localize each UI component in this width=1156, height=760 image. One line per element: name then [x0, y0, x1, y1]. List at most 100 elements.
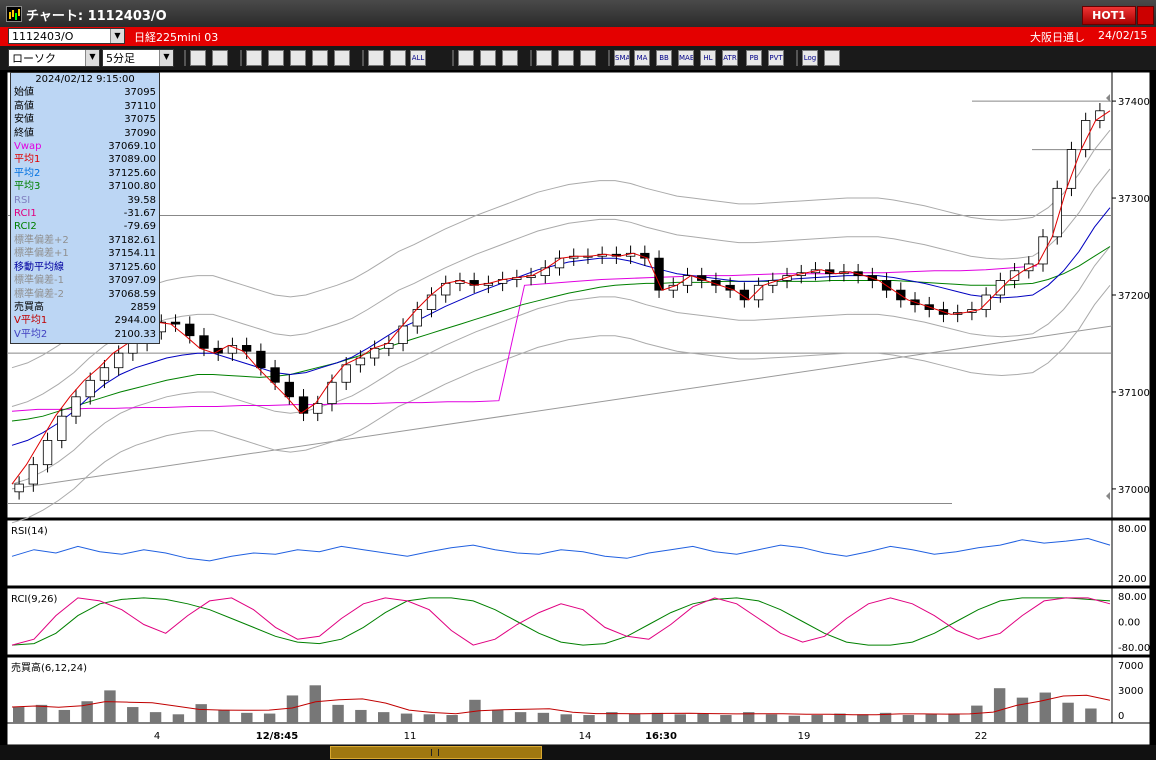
window-title: チャート: 1112403/O [26, 9, 167, 24]
hot-button[interactable]: HOT1 [1082, 6, 1136, 25]
ohlc-label: 移動平均線 [14, 261, 64, 273]
ind-pb-button[interactable]: PB [746, 50, 762, 66]
candle-body [270, 367, 280, 383]
ohlc-value: 37068.59 [108, 288, 156, 300]
ohlc-label: RCI2 [14, 221, 37, 233]
chart-area[interactable]: 37400 37300 37200 37100 37000 RSI(14) 80.00 20.… [7, 72, 1150, 745]
volume-bar [902, 715, 915, 723]
candle-body [113, 352, 124, 369]
panel-label: 売買高(6,12,24) [11, 661, 87, 674]
candle-body [341, 364, 351, 383]
candle-body [241, 345, 252, 352]
ohlc-info-panel: 2024/02/12 9:15:00 始値 37095 高値 37110 安値 37075 終… [10, 72, 160, 344]
symbol-select[interactable]: 1112403/O ▼ [8, 28, 125, 44]
candle-body [981, 294, 991, 310]
panel-axis-label: 7000 [1118, 661, 1143, 672]
price-axis-label: 37100 [1118, 388, 1150, 399]
volume-bar [857, 714, 869, 723]
volume-bar [993, 688, 1006, 723]
x-axis-label: 12/8:45 [256, 731, 298, 742]
volume-bar [149, 712, 162, 723]
panel-axis-label: 3000 [1118, 686, 1143, 697]
volume-bar [309, 685, 321, 723]
chevron-down-icon[interactable]: ▼ [110, 29, 124, 43]
candle-body [14, 483, 24, 493]
ind-atr-button[interactable]: ATR [722, 50, 738, 66]
chart-type-select[interactable]: ローソク ▼ [8, 49, 100, 67]
chevron-down-icon[interactable]: ▼ [85, 50, 99, 66]
volume-bar [788, 715, 801, 723]
horizontal-scrollbar[interactable] [0, 745, 1156, 760]
ohlc-row: 始値 37095 [11, 86, 159, 99]
ind-pvt-button[interactable]: PVT [768, 50, 784, 66]
volume-bar [537, 712, 550, 723]
ind-hl-button[interactable]: HL [700, 50, 716, 66]
all-button[interactable]: ALL [410, 50, 426, 66]
instrument-name: 日経225mini 03 [134, 31, 219, 44]
candle-body [327, 381, 337, 404]
bars-button[interactable] [212, 50, 228, 66]
chevron-down-icon[interactable]: ▼ [159, 50, 173, 66]
price-chart[interactable]: 37400 37300 37200 37100 37000 RSI(14) 80.00 20.… [7, 72, 1150, 745]
zoom-button[interactable] [190, 50, 206, 66]
volume-bar [1016, 697, 1029, 723]
disabled-button[interactable] [334, 50, 350, 66]
ind-bb-button[interactable]: BB [656, 50, 672, 66]
ohlc-value: 37110 [124, 100, 156, 112]
ohlc-row: V平均2 2100.33 [11, 328, 159, 341]
undo-button[interactable] [502, 50, 518, 66]
ohlc-label: RCI1 [14, 208, 37, 220]
volume-bar [971, 705, 983, 723]
ohlc-row: Vwap 37069.10 [11, 140, 159, 153]
compare-button[interactable] [312, 50, 328, 66]
x-axis-label: 22 [975, 731, 988, 742]
volume-bar [378, 712, 390, 723]
ohlc-value: 37125.60 [108, 261, 156, 273]
ohlc-row: 標準偏差+2 37182.61 [11, 234, 159, 247]
volume-bar [492, 709, 504, 723]
cursor-button[interactable] [480, 50, 496, 66]
x-axis-label: 14 [579, 731, 592, 742]
search-button[interactable] [268, 50, 284, 66]
volume-bar [1062, 702, 1074, 723]
ind-sma-button[interactable]: SMA [614, 50, 630, 66]
interval-select[interactable]: 5分足 ▼ [102, 49, 174, 67]
ohlc-row: 安値 37075 [11, 113, 159, 126]
ohlc-row: 平均1 37089.00 [11, 153, 159, 166]
chart-type-value: ローソク [12, 52, 56, 65]
export-button[interactable] [824, 50, 840, 66]
ohlc-row: 標準偏差+1 37154.11 [11, 247, 159, 260]
chart-image-button[interactable] [290, 50, 306, 66]
toolbar-separator [362, 50, 364, 66]
panel-axis-label: 0.00 [1118, 618, 1140, 629]
candle-body [284, 381, 294, 398]
color-button[interactable] [580, 50, 596, 66]
candle-b-button[interactable] [390, 50, 406, 66]
ohlc-label: 平均1 [14, 154, 41, 166]
ohlc-label: 平均3 [14, 181, 41, 193]
panel-axis-label: 0 [1118, 711, 1124, 722]
settings-button[interactable] [536, 50, 552, 66]
ohlc-label: 高値 [14, 100, 34, 112]
date-label: 24/02/15 [1098, 29, 1148, 42]
candle-a-button[interactable] [368, 50, 384, 66]
ind-ma-button[interactable]: MA [634, 50, 650, 66]
pen-button[interactable] [458, 50, 474, 66]
close-button[interactable] [1137, 6, 1154, 25]
volume-bar [811, 715, 823, 723]
x-axis-label: 19 [798, 731, 811, 742]
log-button[interactable]: Log [802, 50, 818, 66]
scroll-thumb[interactable] [330, 746, 542, 759]
volume-bar [925, 714, 937, 723]
ohlc-value: 2859 [130, 301, 156, 313]
price-axis-label: 37000 [1118, 485, 1150, 496]
ohlc-row: RCI2 -79.69 [11, 220, 159, 233]
ind-mae-button[interactable]: MAE [678, 50, 694, 66]
draw-lines-button[interactable] [246, 50, 262, 66]
price-axis-label: 37200 [1118, 291, 1150, 302]
volume-bar [127, 707, 139, 723]
ohlc-value: 37154.11 [108, 248, 156, 260]
toolbar-separator [184, 50, 186, 66]
volume-bar [720, 715, 732, 723]
tools-button[interactable] [558, 50, 574, 66]
